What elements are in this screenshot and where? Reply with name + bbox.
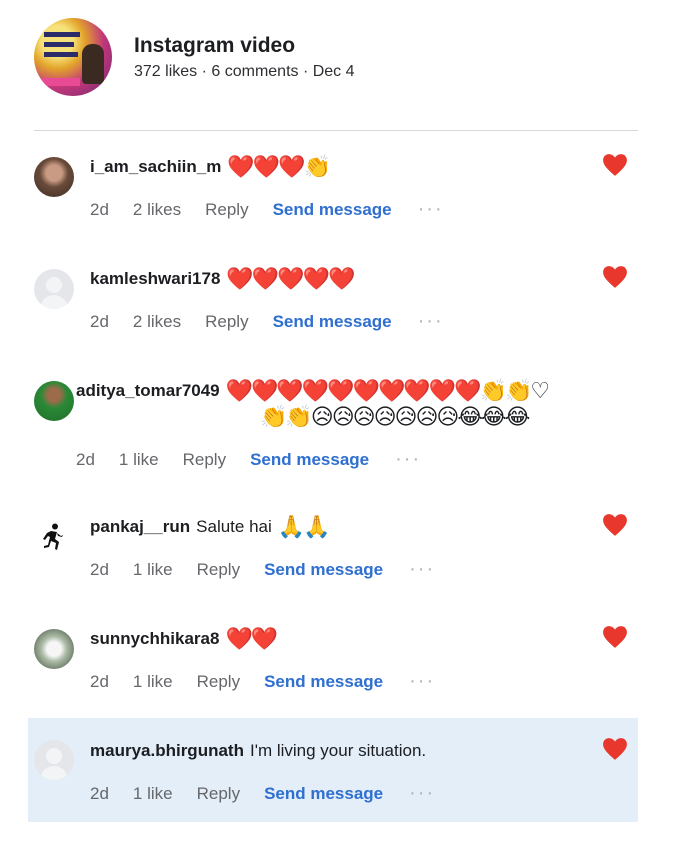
comment-text: I'm living your situation. (249, 741, 427, 760)
send-message-button[interactable]: Send message (264, 784, 383, 804)
comment-item-highlighted: maurya.bhirgunath I'm living your situat… (28, 718, 638, 822)
post-title[interactable]: Instagram video (134, 33, 355, 59)
post-header: Instagram video 372 likes · 6 comments ·… (34, 18, 355, 96)
comment-likes[interactable]: 1 like (133, 672, 173, 692)
heart-icon[interactable] (602, 513, 628, 537)
comment-username[interactable]: aditya_tomar7049 (76, 381, 220, 401)
avatar[interactable] (34, 381, 74, 421)
more-options-icon[interactable]: ··· (418, 198, 444, 221)
more-options-icon[interactable]: ··· (409, 670, 435, 693)
avatar[interactable] (34, 269, 74, 309)
divider (34, 130, 638, 131)
more-options-icon[interactable]: ··· (409, 558, 435, 581)
avatar[interactable] (34, 629, 74, 669)
avatar[interactable] (34, 157, 74, 197)
heart-icon[interactable] (602, 737, 628, 761)
send-message-button[interactable]: Send message (250, 450, 369, 470)
comment-username[interactable]: kamleshwari178 (90, 269, 220, 289)
more-options-icon[interactable]: ··· (418, 310, 444, 333)
comment-time: 2d (90, 311, 109, 331)
reply-button[interactable]: Reply (197, 672, 240, 692)
comment-text: Salute hai (196, 517, 272, 536)
comment-emojis: ❤️❤️❤️👏 (227, 154, 331, 179)
comment-likes[interactable]: 2 likes (133, 312, 181, 332)
comment-likes[interactable]: 2 likes (133, 200, 181, 220)
heart-icon[interactable] (602, 625, 628, 649)
comment-item: aditya_tomar7049 ❤️❤️❤️❤️❤️❤️❤️❤️❤️❤️👏👏♡… (28, 364, 638, 484)
comment-time: 2d (90, 199, 109, 219)
reply-button[interactable]: Reply (183, 450, 226, 470)
send-message-button[interactable]: Send message (273, 200, 392, 220)
comment-emojis: ❤️❤️❤️❤️❤️❤️❤️❤️❤️❤️👏👏♡ (225, 378, 550, 403)
comment-likes[interactable]: 1 like (119, 450, 159, 470)
comment-username[interactable]: maurya.bhirgunath (90, 741, 244, 761)
comment-item: i_am_sachiin_m ❤️❤️❤️👏 2d 2 likes Reply … (28, 140, 638, 240)
comment-username[interactable]: pankaj__run (90, 517, 190, 537)
post-thumbnail[interactable] (34, 18, 112, 96)
comment-time: 2d (90, 783, 109, 803)
comment-emojis-continued: 👏👏😥😥😥😥😥😥😥😂😂😂 (260, 404, 530, 429)
reply-button[interactable]: Reply (205, 200, 248, 220)
comment-username[interactable]: sunnychhikara8 (90, 629, 219, 649)
comment-likes[interactable]: 1 like (133, 560, 173, 580)
more-options-icon[interactable]: ··· (409, 782, 435, 805)
comment-time: 2d (90, 671, 109, 691)
comment-username[interactable]: i_am_sachiin_m (90, 157, 221, 177)
comment-emojis: 🙏🙏 (277, 514, 331, 539)
send-message-button[interactable]: Send message (273, 312, 392, 332)
heart-icon[interactable] (602, 153, 628, 177)
heart-icon[interactable] (602, 265, 628, 289)
post-meta: 372 likes · 6 comments · Dec 4 (134, 63, 355, 80)
comment-item: pankaj__run Salute hai 🙏🙏 2d 1 like Repl… (28, 500, 638, 600)
reply-button[interactable]: Reply (197, 784, 240, 804)
reply-button[interactable]: Reply (205, 312, 248, 332)
avatar[interactable] (34, 740, 74, 780)
comment-item: kamleshwari178 ❤️❤️❤️❤️❤️ 2d 2 likes Rep… (28, 252, 638, 352)
more-options-icon[interactable]: ··· (395, 448, 421, 471)
comment-emojis: ❤️❤️ (225, 626, 278, 651)
send-message-button[interactable]: Send message (264, 672, 383, 692)
comment-item: sunnychhikara8 ❤️❤️ 2d 1 like Reply Send… (28, 612, 638, 712)
comment-time: 2d (76, 449, 95, 469)
reply-button[interactable]: Reply (197, 560, 240, 580)
runner-icon (43, 523, 63, 550)
send-message-button[interactable]: Send message (264, 560, 383, 580)
avatar[interactable] (34, 517, 74, 557)
comment-time: 2d (90, 559, 109, 579)
comment-emojis: ❤️❤️❤️❤️❤️ (226, 266, 355, 291)
comment-likes[interactable]: 1 like (133, 784, 173, 804)
